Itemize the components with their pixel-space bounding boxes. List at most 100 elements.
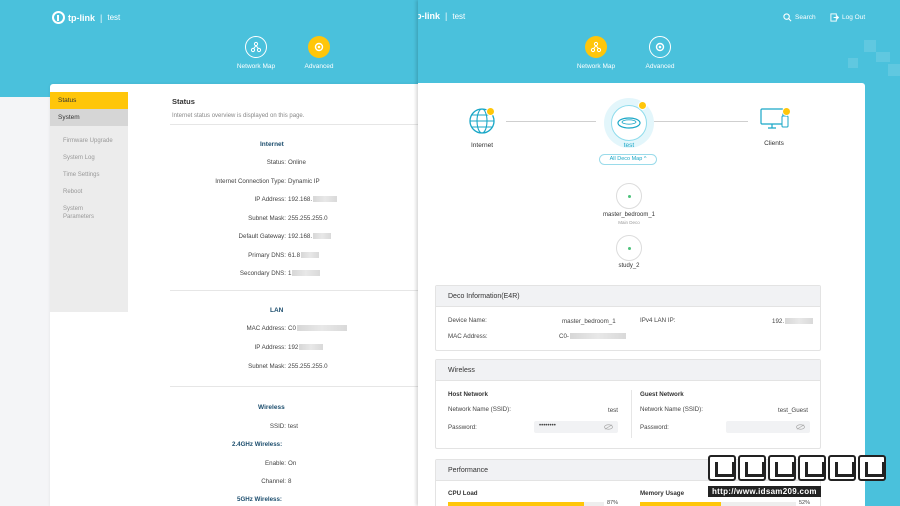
cpu-load-fill — [448, 502, 584, 506]
sidebar-item-firmware-upgrade[interactable]: Firmware Upgrade — [50, 137, 128, 145]
kv-value: test — [288, 423, 298, 430]
divider — [170, 386, 418, 387]
tab-network-map[interactable]: Network Map — [566, 36, 626, 70]
card-title: Wireless — [436, 360, 820, 381]
topology-link — [654, 121, 748, 122]
status-dot — [627, 194, 631, 198]
kv-value: C0 — [288, 325, 347, 332]
sidebar: Status System Firmware Upgrade System Lo… — [50, 92, 128, 312]
mac-value: C0- — [559, 333, 626, 340]
right-window: tp-link | test Search Log Out Network Ma… — [418, 0, 900, 506]
kv-value: 255.255.255.0 — [288, 363, 328, 370]
host-ssid-value: test — [608, 407, 618, 414]
sidebar-item-time-settings[interactable]: Time Settings — [50, 171, 128, 179]
deco-name: master_bedroom_1 — [602, 212, 656, 218]
left-content-panel: Status System Firmware Upgrade System Lo… — [50, 84, 418, 506]
cpu-load-label: CPU Load — [448, 490, 478, 497]
guest-network-title: Guest Network — [640, 391, 684, 398]
decor-pixel — [864, 40, 876, 52]
kv-label: Primary DNS: — [248, 252, 286, 259]
tab-network-map-label: Network Map — [576, 63, 616, 70]
cpu-load-bar — [448, 502, 604, 506]
kv-label: Enable: — [265, 460, 286, 467]
ipv4-label: IPv4 LAN IP: — [640, 317, 676, 324]
sidebar-item-status[interactable]: Status — [50, 92, 128, 109]
kv-label: IP Address: — [254, 196, 286, 203]
network-map-panel: Internet test All Deco Map ^ Clients mas… — [418, 83, 865, 506]
clients-node[interactable]: Clients — [754, 107, 794, 147]
kv-value: 255.255.255.0 — [288, 215, 328, 222]
divider — [170, 290, 418, 291]
internet-node[interactable]: Internet — [462, 107, 502, 149]
host-ssid-label: Network Name (SSID): — [448, 406, 511, 413]
main-deco-label: test — [623, 142, 635, 149]
section-title-wireless: Wireless — [258, 404, 285, 411]
decor-pixel — [876, 52, 890, 62]
kv-value: 1 — [288, 270, 321, 277]
host-password-label: Password: — [448, 424, 477, 431]
eye-off-icon[interactable] — [604, 424, 613, 430]
deco-node-master-bedroom[interactable] — [616, 183, 642, 209]
kv-value: 61.8 — [288, 252, 320, 259]
tab-network-map[interactable]: Network Map — [226, 36, 286, 70]
divider — [170, 124, 418, 125]
kv-label: Subnet Mask: — [248, 215, 286, 222]
search-icon — [783, 13, 792, 22]
kv-value: 8 — [288, 478, 292, 485]
kv-label: Default Gateway: — [238, 233, 286, 240]
host-password-field[interactable]: •••••••• — [534, 421, 618, 433]
network-map-icon — [245, 36, 267, 58]
deco-name: study_2 — [618, 263, 640, 269]
sidebar-item-system-parameters[interactable]: System Parameters — [50, 205, 110, 221]
search-button[interactable]: Search — [783, 13, 816, 22]
password-mask: •••••••• — [539, 423, 556, 429]
kv-label: Status: — [266, 159, 286, 166]
kv-label: SSID: — [269, 423, 286, 430]
left-header: tp-link | test Network Map Advanced — [0, 0, 418, 97]
kv-value: 192.168. — [288, 233, 332, 240]
tab-advanced-label: Advanced — [645, 63, 675, 70]
guest-password-label: Password: — [640, 424, 669, 431]
tab-network-map-label: Network Map — [236, 63, 276, 70]
main-deco-node[interactable] — [604, 98, 654, 148]
mac-label: MAC Address: — [448, 333, 488, 340]
card-title: Deco Information(E4R) — [436, 286, 820, 307]
device-name: test — [452, 11, 466, 21]
sidebar-item-system[interactable]: System — [50, 109, 128, 126]
memory-usage-fill — [640, 502, 722, 506]
sidebar-item-reboot[interactable]: Reboot — [50, 188, 128, 196]
deco-info-card: Deco Information(E4R) Device Name: maste… — [435, 285, 821, 351]
watermark-url: http://www.idsam209.com — [708, 486, 821, 497]
brand: tp-link | test — [52, 11, 120, 24]
watermark: http://www.idsam209.com — [708, 455, 892, 499]
cpu-load-value: 87% — [607, 500, 619, 506]
logout-button[interactable]: Log Out — [830, 13, 865, 22]
topology-link — [506, 121, 596, 122]
tab-advanced[interactable]: Advanced — [289, 36, 349, 70]
page-title: Status — [172, 97, 195, 106]
sidebar-item-system-log[interactable]: System Log — [50, 154, 128, 162]
gear-icon — [308, 36, 330, 58]
kv-label: Subnet Mask: — [248, 363, 286, 370]
guest-password-field[interactable] — [726, 421, 810, 433]
kv-value: 192.168. — [288, 196, 338, 203]
page-description: Internet status overview is displayed on… — [172, 113, 305, 119]
logout-icon — [830, 13, 839, 22]
device-name: test — [107, 13, 121, 22]
status-badge — [782, 107, 791, 116]
watermark-logo — [708, 455, 892, 481]
wireless-card: Wireless Host Network Network Name (SSID… — [435, 359, 821, 449]
guest-ssid-value: test_Guest — [778, 407, 808, 414]
search-label: Search — [795, 14, 816, 21]
section-title-lan: LAN — [270, 307, 284, 314]
kv-value: On — [288, 460, 297, 467]
gear-icon — [649, 36, 671, 58]
all-deco-map-button[interactable]: All Deco Map ^ — [599, 154, 657, 165]
tab-advanced[interactable]: Advanced — [630, 36, 690, 70]
memory-usage-value: 52% — [799, 500, 811, 506]
eye-off-icon[interactable] — [796, 424, 805, 430]
kv-label: Secondary DNS: — [239, 270, 286, 277]
deco-node-study[interactable] — [616, 235, 642, 261]
kv-value: Online — [288, 159, 306, 166]
brand-logo-text: tp-link — [68, 12, 95, 23]
